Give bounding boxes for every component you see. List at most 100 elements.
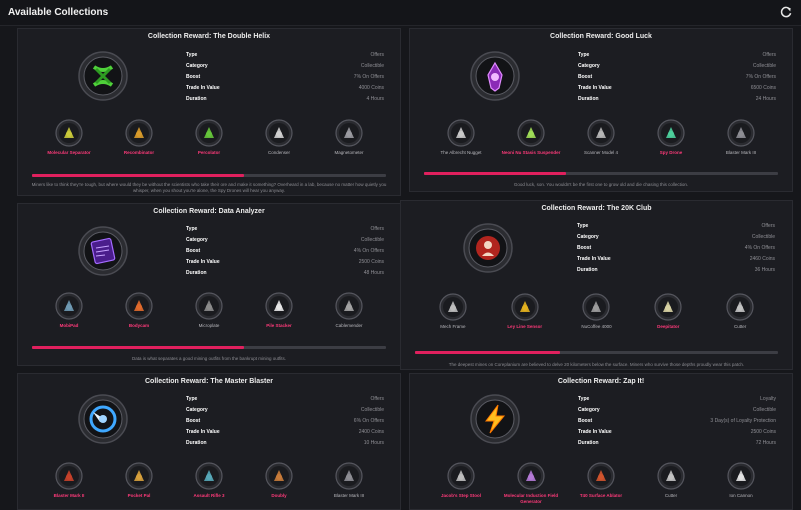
collection-progress (32, 174, 386, 177)
collection-panel: Collection Reward: The 20K Club Type Off… (400, 200, 793, 370)
flavor-text: Miners like to think they're tough, but … (31, 182, 387, 193)
item-label: MobiPad (59, 323, 79, 328)
stat-row: Trade In Value 2500 Coins (186, 257, 384, 268)
collection-item[interactable]: Magnetometer (314, 119, 384, 156)
stat-row: Trade In Value 2400 Coins (186, 427, 384, 438)
stat-value: 2500 Coins (750, 429, 776, 435)
collection-item[interactable]: Cablemender (314, 292, 384, 329)
progress-fill (32, 346, 245, 349)
collection-item[interactable]: Blaster Mark III (314, 462, 384, 499)
stat-key: Duration (578, 96, 599, 102)
scanner-model-4-icon (587, 119, 615, 147)
stat-row: Category Collectible (186, 405, 384, 416)
blaster-mark-iii-icon (727, 119, 755, 147)
collection-progress (415, 351, 778, 354)
collection-item[interactable]: Doubly (244, 462, 314, 499)
microplate-icon (195, 292, 223, 320)
collection-item[interactable]: Condenser (244, 119, 314, 156)
stat-key: Category (577, 234, 599, 240)
item-label: Ley Line Sensor (507, 324, 543, 329)
collection-item[interactable]: Molecular Separator (34, 119, 104, 156)
stat-key: Trade In Value (578, 85, 612, 91)
stat-key: Boost (577, 245, 592, 251)
collection-item[interactable]: MobiPad (34, 292, 104, 329)
collection-item[interactable]: Percolator (174, 119, 244, 156)
stat-value: Collectible (360, 237, 384, 243)
collection-item[interactable]: Blaster Mark II (34, 462, 104, 499)
stat-key: Type (186, 52, 198, 58)
item-label: Mech Frame (440, 324, 466, 329)
stat-row: Trade In Value 2460 Coins (577, 254, 775, 265)
stat-key: Type (578, 396, 590, 402)
stat-key: Category (186, 63, 208, 69)
refresh-icon[interactable] (779, 5, 793, 19)
collection-panel: Collection Reward: The Master Blaster Ty… (17, 373, 401, 510)
stat-value: Offers (762, 52, 776, 58)
collection-item[interactable]: Ley Line Sensor (489, 293, 561, 330)
collection-item[interactable]: Pile Stacker (244, 292, 314, 329)
item-label: Pile Stacker (266, 323, 292, 328)
collection-item[interactable]: Deepitator (632, 293, 704, 330)
collection-item[interactable]: Assault Rifle 3 (174, 462, 244, 499)
stat-value: 3 Day(s) of Loyalty Protection (710, 418, 776, 424)
stat-key: Trade In Value (186, 429, 220, 435)
stat-value: 6500 Coins (750, 85, 776, 91)
mech-frame-icon (439, 293, 467, 321)
collection-item[interactable]: Cutter (704, 293, 776, 330)
collection-item[interactable]: Scanner Model 4 (566, 119, 636, 156)
collection-item[interactable]: Bodycam (104, 292, 174, 329)
collection-item[interactable]: Jacob's Step Stool (426, 462, 496, 505)
collection-item[interactable]: NuCoffee 4000 (561, 293, 633, 330)
item-label: Pocket Pal (127, 493, 151, 498)
stat-key: Type (186, 226, 198, 232)
item-label: Condenser (267, 150, 290, 155)
stat-key: Boost (186, 74, 201, 80)
stat-key: Category (578, 63, 600, 69)
item-label: Ion Cannon (729, 493, 753, 498)
collection-item[interactable]: Ion Cannon (706, 462, 776, 505)
spy-drone-icon (657, 119, 685, 147)
item-label: Blaster Mark III (725, 150, 757, 155)
stat-key: Duration (577, 267, 598, 273)
stat-key: Type (578, 52, 590, 58)
induction-field-icon (517, 462, 545, 490)
collection-item[interactable]: Pocket Pal (104, 462, 174, 499)
collection-item[interactable]: Recombinator (104, 119, 174, 156)
mobipad-icon (55, 292, 83, 320)
items-row: MobiPad Bodycam Microplate Pile Stacker (34, 292, 384, 329)
collection-panel: Collection Reward: Zap It! Type Loyalty … (409, 373, 793, 510)
collection-item[interactable]: Microplate (174, 292, 244, 329)
collection-item[interactable]: Mech Frame (417, 293, 489, 330)
flavor-text: Good luck, son. You wouldn't be the firs… (513, 182, 689, 187)
collection-item[interactable]: Spy Drone (636, 119, 706, 156)
collection-item[interactable]: Cutter (636, 462, 706, 505)
stat-row: Boost 7% On Offers (578, 72, 776, 83)
stat-value: Collectible (752, 407, 776, 413)
stat-row: Boost 3 Day(s) of Loyalty Protection (578, 416, 776, 427)
item-label: The Albrecht Nugget (440, 150, 482, 155)
collection-item[interactable]: Molecular Induction Field Generator (496, 462, 566, 505)
collection-item[interactable]: Neoni Nu Stasis Suspender (496, 119, 566, 156)
collection-item[interactable]: The Albrecht Nugget (426, 119, 496, 156)
stats-table: Type Offers Category Collectible Boost 4… (577, 221, 775, 276)
stat-key: Trade In Value (578, 429, 612, 435)
item-label: Cablemender (335, 323, 363, 328)
stat-row: Type Offers (186, 50, 384, 61)
stat-key: Boost (186, 248, 201, 254)
stat-row: Category Collectible (186, 61, 384, 72)
stat-value: 72 Hours (755, 440, 776, 446)
stat-row: Trade In Value 4000 Coins (186, 83, 384, 94)
collection-item[interactable]: T40 Surface Ablator (566, 462, 636, 505)
stat-value: Offers (370, 396, 384, 402)
stat-row: Type Offers (186, 224, 384, 235)
stat-key: Duration (186, 270, 207, 276)
good-luck-icon (470, 51, 520, 101)
stat-row: Type Offers (186, 394, 384, 405)
stat-row: Boost 4% On Offers (577, 243, 775, 254)
doubly-icon (265, 462, 293, 490)
item-label: Assault Rifle 3 (193, 493, 225, 498)
item-label: Molecular Induction Field Generator (503, 493, 559, 504)
collection-panel: Collection Reward: Data Analyzer Type Of… (17, 203, 401, 366)
collection-item[interactable]: Blaster Mark III (706, 119, 776, 156)
stat-key: Trade In Value (186, 85, 220, 91)
